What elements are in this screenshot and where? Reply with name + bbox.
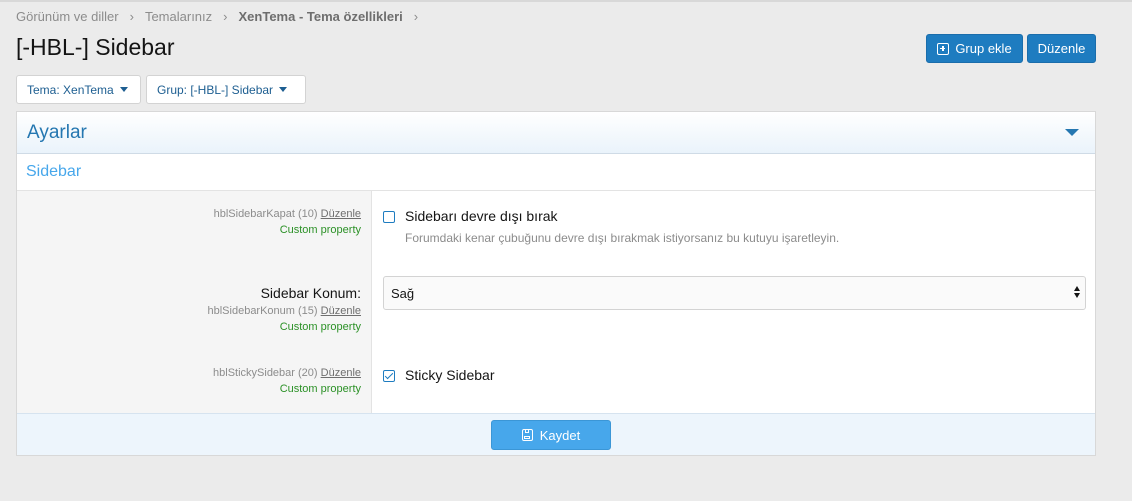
form-area: hblSidebarKapat (10) Düzenle Custom prop… <box>17 191 1095 413</box>
breadcrumb-separator: › <box>413 9 419 24</box>
breadcrumb-item-themes[interactable]: Temalarınız <box>145 9 212 24</box>
add-group-button[interactable]: Grup ekle <box>926 34 1023 63</box>
group-filter-dropdown[interactable]: Grup: [-HBL-] Sidebar <box>146 75 306 104</box>
sidebar-position-label: Sidebar Konum: <box>260 285 361 301</box>
caret-down-icon <box>119 87 128 92</box>
theme-filter-label: Tema: XenTema <box>27 82 114 97</box>
edit-property-link[interactable]: Düzenle <box>321 305 361 317</box>
property-meta-sticky-sidebar: hblStickySidebar (20) Düzenle Custom pro… <box>213 365 361 397</box>
block-header-title: Ayarlar <box>27 121 87 143</box>
property-meta-sidebar-position: Sidebar Konum: hblSidebarKonum (15) Düze… <box>208 284 362 335</box>
label-column: hblSidebarKapat (10) Düzenle Custom prop… <box>17 191 372 413</box>
top-border <box>0 0 1132 2</box>
breadcrumb-item-theme-properties[interactable]: XenTema - Tema özellikleri <box>239 9 403 24</box>
custom-property-label: Custom property <box>279 383 361 395</box>
breadcrumb-separator: › <box>129 9 134 24</box>
settings-block: Ayarlar Sidebar hblSidebarKapat (10) Düz… <box>16 111 1096 456</box>
property-id: hblStickySidebar (20) <box>213 367 318 379</box>
sticky-sidebar-checkbox[interactable] <box>383 370 395 382</box>
property-meta-sidebar-disable: hblSidebarKapat (10) Düzenle Custom prop… <box>214 206 361 238</box>
property-id: hblSidebarKapat (10) <box>213 208 318 220</box>
breadcrumb-item-appearance[interactable]: Görünüm ve diller <box>16 9 119 24</box>
block-header[interactable]: Ayarlar <box>17 112 1095 154</box>
theme-filter-dropdown[interactable]: Tema: XenTema <box>16 75 141 104</box>
custom-property-label: Custom property <box>279 321 361 333</box>
collapse-toggle-icon[interactable] <box>1065 129 1079 136</box>
edit-button[interactable]: Düzenle <box>1027 34 1096 63</box>
breadcrumb-separator: › <box>223 9 228 24</box>
select-arrows-icon <box>1074 286 1082 300</box>
disable-sidebar-hint: Forumdaki kenar çubuğunu devre dışı bıra… <box>405 231 840 245</box>
section-title: Sidebar <box>17 154 1095 191</box>
custom-property-label: Custom property <box>279 224 361 236</box>
edit-label: Düzenle <box>1037 41 1086 56</box>
disable-sidebar-label[interactable]: Sidebarı devre dışı bırak <box>405 208 558 224</box>
save-label: Kaydet <box>539 427 581 443</box>
page-title: [-HBL-] Sidebar <box>16 34 175 60</box>
breadcrumb: Görünüm ve diller › Temalarınız › XenTem… <box>16 9 429 24</box>
sidebar-position-select[interactable]: Sağ <box>383 276 1086 310</box>
save-button[interactable]: Kaydet <box>491 420 611 450</box>
add-group-label: Grup ekle <box>955 41 1012 56</box>
sticky-sidebar-label[interactable]: Sticky Sidebar <box>405 367 494 383</box>
edit-property-link[interactable]: Düzenle <box>321 208 361 220</box>
sidebar-position-value: Sağ <box>391 285 415 301</box>
form-footer: Kaydet <box>17 413 1095 455</box>
caret-down-icon <box>279 87 288 92</box>
save-icon <box>521 429 533 441</box>
group-filter-label: Grup: [-HBL-] Sidebar <box>157 82 274 97</box>
disable-sidebar-checkbox[interactable] <box>383 211 395 223</box>
edit-property-link[interactable]: Düzenle <box>321 367 361 379</box>
plus-square-icon <box>937 42 950 55</box>
property-id: hblSidebarKonum (15) <box>207 305 318 317</box>
